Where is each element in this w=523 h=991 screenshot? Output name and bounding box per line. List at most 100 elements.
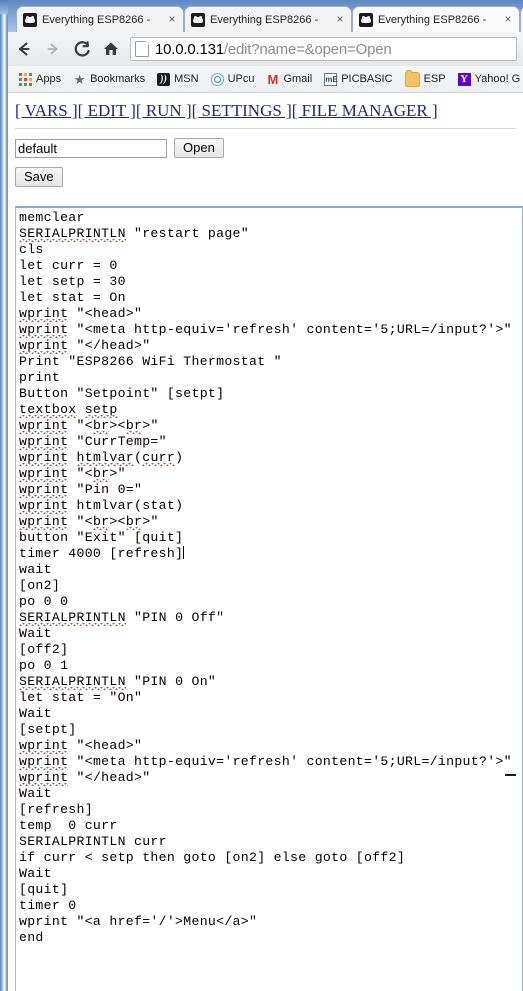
yahoo-icon: Y	[457, 72, 471, 86]
code-line: wprint "<br><br>"	[19, 418, 159, 433]
code-line: po 0 1	[19, 658, 69, 673]
code-line: wprint htmlvar(stat)	[19, 498, 184, 513]
close-icon[interactable]: ×	[501, 12, 515, 27]
bookmark-picbasic[interactable]: mE PICBASIC	[319, 69, 397, 89]
gmail-icon: M	[267, 71, 279, 87]
code-line: SERIALPRINTLN "PIN 0 Off"	[19, 610, 225, 625]
apps-grid-icon	[19, 72, 32, 86]
code-line: wprint htmlvar(curr)	[19, 450, 184, 465]
back-button[interactable]	[11, 36, 37, 62]
filename-input[interactable]	[15, 138, 167, 158]
bookmark-label: Apps	[36, 73, 62, 85]
code-line: Wait	[19, 626, 52, 641]
bookmarks-bar: Apps ★ Bookmarks )) MSN UPcu M Gmail mE …	[8, 66, 523, 93]
bookmark-msn[interactable]: )) MSN	[152, 69, 203, 89]
open-file-row: Open	[15, 138, 523, 158]
code-editor-textarea[interactable]: memclear SERIALPRINTLN "restart page" cls l…	[15, 206, 523, 991]
code-line: end	[19, 930, 44, 945]
code-line: cls	[19, 242, 44, 257]
code-line: memclear	[19, 210, 85, 225]
code-line: wprint "<br><br>"	[19, 514, 159, 529]
code-line: wprint "<a href='/'>Menu</a>"	[19, 914, 258, 929]
browser-window: Everything ESP8266 - × Everything ESP826…	[0, 0, 523, 991]
code-line: wait	[19, 562, 52, 577]
code-editor-content[interactable]: memclear SERIALPRINTLN "restart page" cls l…	[16, 208, 522, 946]
bookmark-esp-folder[interactable]: ESP	[400, 69, 451, 89]
code-line: wprint "<head>"	[19, 738, 143, 753]
close-icon[interactable]: ×	[333, 12, 347, 27]
bookmark-label: Bookmarks	[90, 73, 146, 85]
code-line: let setp = 30	[19, 274, 126, 289]
code-line: [on2]	[19, 578, 61, 593]
code-line: Button "Setpoint" [setpt]	[19, 386, 225, 401]
code-line: let stat = On	[19, 290, 126, 305]
bookmark-yahoo[interactable]: Y Yahoo! G	[453, 69, 523, 89]
code-line: Wait	[19, 706, 52, 721]
code-line: [refresh]	[19, 802, 93, 817]
page-content: [ VARS ][ EDIT ][ RUN ][ SETTINGS ][ FIL…	[8, 93, 523, 991]
code-line: [setpt]	[19, 722, 77, 737]
folder-icon	[404, 69, 420, 87]
picbasic-icon: mE	[324, 72, 338, 86]
code-line: wprint "<meta http-equiv='refresh' conte…	[19, 754, 512, 769]
star-icon: ★	[73, 71, 86, 87]
close-icon[interactable]: ×	[165, 12, 179, 27]
tab-title: Everything ESP8266 -	[210, 13, 319, 26]
code-line: timer 4000 [refresh]	[19, 546, 185, 561]
page-document-icon	[135, 41, 149, 57]
code-line: if curr < setp then goto [on2] else goto…	[19, 850, 406, 865]
code-line: [off2]	[19, 642, 69, 657]
code-line: wprint "CurrTemp="	[19, 434, 167, 449]
save-button[interactable]: Save	[15, 167, 63, 187]
code-line: SERIALPRINTLN curr	[19, 834, 167, 849]
forward-button[interactable]	[40, 36, 66, 62]
window-frame-left	[0, 0, 8, 991]
code-line: button "Exit" [quit]	[19, 530, 184, 545]
code-line: let curr = 0	[19, 258, 118, 273]
code-line: wprint "<head>"	[19, 306, 143, 321]
nav-link-edit[interactable]: [ EDIT ]	[78, 101, 136, 120]
upcu-icon	[210, 72, 224, 86]
nav-link-file-manager[interactable]: [ FILE MANAGER ]	[292, 101, 438, 120]
code-line: print	[19, 370, 61, 385]
bookmark-gmail[interactable]: M Gmail	[261, 69, 317, 89]
bookmark-label: MSN	[174, 73, 199, 85]
esp-forum-favicon-icon	[23, 12, 37, 27]
tab-title: Everything ESP8266 -	[378, 13, 487, 26]
bookmark-label: Gmail	[283, 73, 313, 85]
bookmark-apps[interactable]: Apps	[14, 69, 66, 89]
bookmark-label: ESP	[423, 73, 446, 85]
code-line: Wait	[19, 786, 52, 801]
code-line: let stat = "On"	[19, 690, 143, 705]
page-nav-links: [ VARS ][ EDIT ][ RUN ][ SETTINGS ][ FIL…	[15, 101, 523, 121]
address-bar[interactable]: 10.0.0.131/edit?name=&open=Open	[130, 37, 517, 61]
browser-tab-3-active[interactable]: Everything ESP8266 - ×	[352, 6, 520, 32]
bookmark-label: PICBASIC	[341, 73, 393, 85]
code-line: wprint "<meta http-equiv='refresh' conte…	[19, 322, 512, 337]
url-path: /edit?name=&open=Open	[223, 40, 392, 58]
code-line: po 0 0	[19, 594, 69, 609]
bookmark-bookmarks[interactable]: ★ Bookmarks	[68, 69, 150, 89]
esp-forum-favicon-icon	[359, 12, 373, 27]
code-line: Wait	[19, 866, 52, 881]
code-line: SERIALPRINTLN "PIN 0 On"	[19, 674, 217, 689]
home-button[interactable]	[98, 36, 124, 62]
code-line: textbox setp	[19, 402, 118, 417]
bookmark-upcu[interactable]: UPcu	[206, 69, 260, 89]
code-line: temp 0 curr	[19, 818, 118, 833]
browser-tab-1[interactable]: Everything ESP8266 - ×	[16, 6, 184, 32]
address-bar-url: 10.0.0.131/edit?name=&open=Open	[155, 41, 392, 58]
code-line: [quit]	[19, 882, 69, 897]
nav-link-vars[interactable]: [ VARS ]	[15, 101, 78, 120]
nav-link-run[interactable]: [ RUN ]	[136, 101, 192, 120]
code-line: timer 0	[19, 898, 77, 913]
msn-icon: ))	[157, 72, 171, 86]
nav-link-settings[interactable]: [ SETTINGS ]	[192, 101, 292, 120]
bookmark-label: Yahoo! G	[474, 73, 521, 85]
reload-button[interactable]	[69, 36, 95, 62]
browser-toolbar: 10.0.0.131/edit?name=&open=Open	[8, 32, 523, 67]
browser-tab-2[interactable]: Everything ESP8266 - ×	[184, 6, 352, 32]
save-row: Save	[15, 167, 523, 187]
tab-title: Everything ESP8266 -	[42, 13, 151, 26]
open-button[interactable]: Open	[174, 138, 224, 158]
